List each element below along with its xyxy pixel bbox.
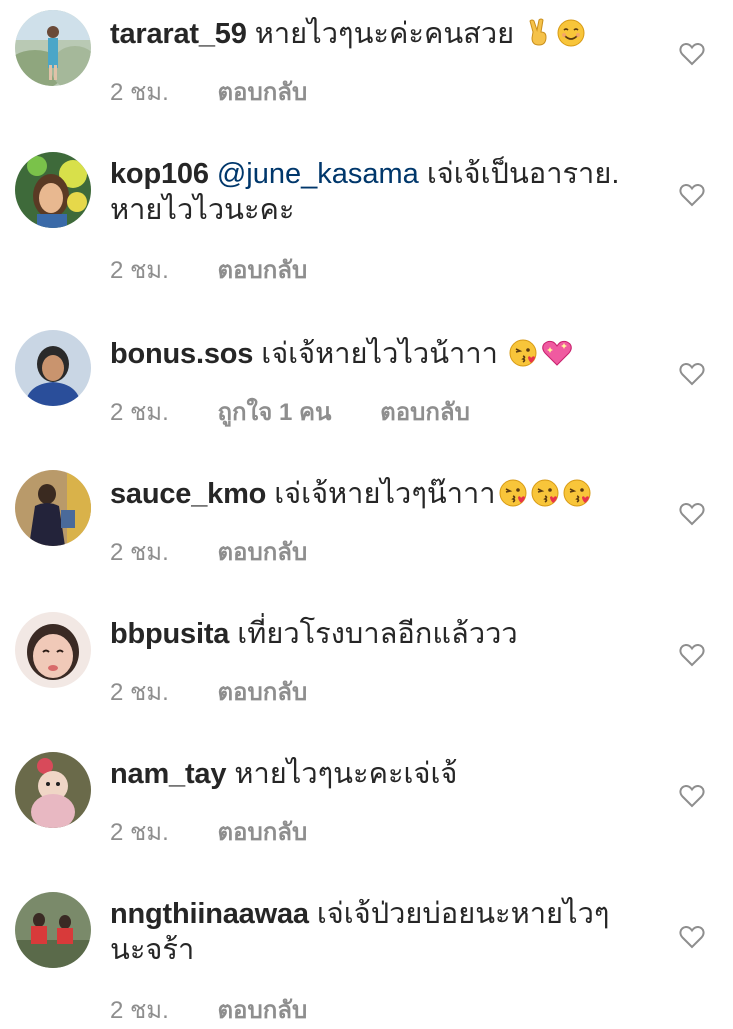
avatar[interactable] (15, 10, 91, 86)
like-count-button[interactable]: ถูกใจ 1 คน (217, 399, 331, 426)
comment-username[interactable]: bbpusita (110, 618, 229, 650)
comment-message: เจ่เจ้ป่วยบ่อยนะหายไวๆ (316, 898, 610, 930)
comment-meta: 2 ชม. ตอบกลับ (110, 812, 349, 851)
reply-button[interactable]: ตอบกลับ (217, 819, 307, 846)
comment-message: เจ่เจ้หายไวไวน้าาา (261, 338, 498, 370)
comment-text: bbpusita เที่ยวโรงบาลอีกแล้ววว (110, 616, 650, 652)
comment-message-cont: หายไวไวนะคะ (110, 194, 295, 226)
comment-body: nngthiinaawaa เจ่เจ้ป่วยบ่อยนะหายไวๆ นะจ… (110, 896, 650, 1024)
reply-button[interactable]: ตอบกลับ (217, 257, 307, 284)
like-heart-icon[interactable] (679, 502, 705, 526)
comment-time: 2 ชม. (110, 539, 169, 566)
comment-text: nam_tay หายไวๆนะคะเจ่เจ้ (110, 756, 650, 792)
comment-meta: 2 ชม. ตอบกลับ (110, 250, 349, 289)
like-heart-icon[interactable] (679, 643, 705, 667)
comment-message: เจ่เจ้เป็นอาราย. (426, 158, 620, 190)
comment-item: sauce_kmo เจ่เจ้หายไวๆน๊าาา 2 ชม. ตอบกลั… (0, 460, 733, 600)
reply-button[interactable]: ตอบกลับ (217, 79, 307, 106)
avatar[interactable] (15, 470, 91, 546)
reply-button[interactable]: ตอบกลับ (217, 679, 307, 706)
comment-item: nngthiinaawaa เจ่เจ้ป่วยบ่อยนะหายไวๆ นะจ… (0, 880, 733, 1024)
kissing-face-emoji (498, 478, 528, 517)
comment-username[interactable]: tararat_59 (110, 18, 247, 50)
comment-username[interactable]: bonus.sos (110, 338, 253, 370)
comment-time: 2 ชม. (110, 679, 169, 706)
comment-meta: 2 ชม. ตอบกลับ (110, 672, 349, 711)
comment-username[interactable]: sauce_kmo (110, 478, 266, 510)
like-heart-icon[interactable] (679, 784, 705, 808)
comment-item: bbpusita เที่ยวโรงบาลอีกแล้ววว 2 ชม. ตอบ… (0, 600, 733, 740)
comment-text: kop106 @june_kasama เจ่เจ้เป็นอาราย. หาย… (110, 156, 650, 228)
like-heart-icon[interactable] (679, 362, 705, 386)
comment-item: kop106 @june_kasama เจ่เจ้เป็นอาราย. หาย… (0, 140, 733, 320)
victory-hand-emoji (524, 18, 554, 57)
avatar[interactable] (15, 752, 91, 828)
comment-message: หายไวๆนะค่ะคนสวย (254, 18, 515, 50)
comment-item: nam_tay หายไวๆนะคะเจ่เจ้ 2 ชม. ตอบกลับ (0, 740, 733, 880)
comment-message: เจ่เจ้หายไวๆน๊าาา (274, 478, 496, 510)
avatar[interactable] (15, 330, 91, 406)
kissing-face-emoji (530, 478, 560, 517)
comment-text: tararat_59 หายไวๆนะค่ะคนสวย (110, 16, 650, 57)
comment-body: bbpusita เที่ยวโรงบาลอีกแล้ววว 2 ชม. ตอบ… (110, 616, 650, 706)
comment-text: nngthiinaawaa เจ่เจ้ป่วยบ่อยนะหายไวๆ นะจ… (110, 896, 650, 968)
comment-body: kop106 @june_kasama เจ่เจ้เป็นอาราย. หาย… (110, 156, 650, 284)
comment-meta: 2 ชม. ถูกใจ 1 คน ตอบกลับ (110, 392, 512, 431)
comment-meta: 2 ชม. ตอบกลับ (110, 990, 349, 1029)
like-heart-icon[interactable] (679, 925, 705, 949)
comment-time: 2 ชม. (110, 399, 169, 426)
comment-time: 2 ชม. (110, 79, 169, 106)
comment-meta: 2 ชม. ตอบกลับ (110, 532, 349, 571)
comment-username[interactable]: kop106 (110, 158, 209, 190)
avatar[interactable] (15, 892, 91, 968)
comment-item: bonus.sos เจ่เจ้หายไวไวน้าาา 2 ชม. ถูกใจ… (0, 320, 733, 460)
reply-button[interactable]: ตอบกลับ (217, 539, 307, 566)
comment-meta: 2 ชม. ตอบกลับ (110, 72, 349, 111)
comment-body: tararat_59 หายไวๆนะค่ะคนสวย 2 ชม. ตอบกลั… (110, 16, 650, 106)
reply-button[interactable]: ตอบกลับ (217, 997, 307, 1024)
comment-time: 2 ชม. (110, 819, 169, 846)
comment-text: bonus.sos เจ่เจ้หายไวไวน้าาา (110, 336, 650, 377)
comment-mention[interactable]: @june_kasama (217, 158, 419, 190)
reply-button[interactable]: ตอบกลับ (380, 399, 470, 426)
comment-body: bonus.sos เจ่เจ้หายไวไวน้าาา 2 ชม. ถูกใจ… (110, 336, 650, 426)
smiling-face-emoji (556, 18, 586, 57)
sparkling-heart-emoji (540, 338, 574, 377)
kissing-face-emoji (508, 338, 538, 377)
like-heart-icon[interactable] (679, 183, 705, 207)
comment-text: sauce_kmo เจ่เจ้หายไวๆน๊าาา (110, 476, 650, 517)
kissing-face-emoji (562, 478, 592, 517)
avatar[interactable] (15, 152, 91, 228)
comment-message: เที่ยวโรงบาลอีกแล้ววว (237, 618, 518, 650)
comment-item: tararat_59 หายไวๆนะค่ะคนสวย 2 ชม. ตอบกลั… (0, 0, 733, 140)
like-heart-icon[interactable] (679, 42, 705, 66)
comment-time: 2 ชม. (110, 997, 169, 1024)
comment-message: หายไวๆนะคะเจ่เจ้ (234, 758, 458, 790)
comment-time: 2 ชม. (110, 257, 169, 284)
comment-body: nam_tay หายไวๆนะคะเจ่เจ้ 2 ชม. ตอบกลับ (110, 756, 650, 846)
comment-username[interactable]: nam_tay (110, 758, 226, 790)
comment-username[interactable]: nngthiinaawaa (110, 898, 309, 930)
avatar[interactable] (15, 612, 91, 688)
comment-body: sauce_kmo เจ่เจ้หายไวๆน๊าาา 2 ชม. ตอบกลั… (110, 476, 650, 566)
comment-message-cont: นะจร้า (110, 934, 195, 966)
